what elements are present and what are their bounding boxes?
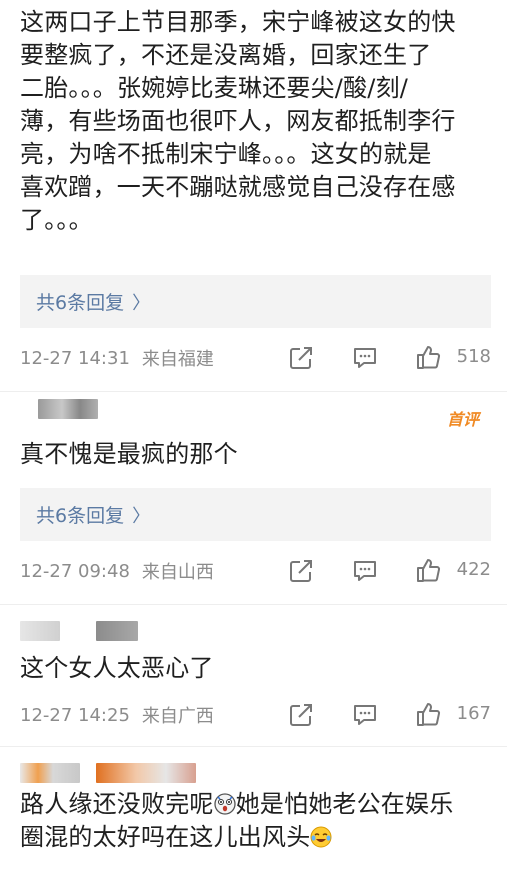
comment-bubble-icon[interactable] [351,701,379,729]
comment-feed: 这两口子上节目那季，宋宁峰被这女的快 要整疯了，不还是没离婚，回家还生了 二胎。… [0,0,507,878]
comment-time: 12-27 09:48 [20,560,130,582]
comment-bubble-icon[interactable] [351,344,379,372]
comment-line: 圈混的太好吗在这儿出风头 [20,823,311,851]
comment-location: 来自福建 [141,349,214,370]
comment-meta: 12-27 09:48 来自山西 422 [20,556,491,586]
comment-line: 二胎。。。张婉婷比麦琳还要尖/酸/刻/ [20,74,409,102]
avatar-blur [20,763,80,783]
like-count: 167 [456,703,491,724]
comment-bubble-icon[interactable] [351,557,379,585]
comment-text: 这个女人太恶心了 [20,652,498,685]
comment-line: 这两口子上节目那季，宋宁峰被这女的快 [20,8,456,36]
like-count: 518 [456,346,491,367]
comment-text: 路人缘还没败完呢 她是怕她老公在娱乐 圈混的太好吗在这儿出风头 [20,788,498,854]
comment-line: 她是怕她老公在娱乐 [235,790,454,818]
share-edit-icon[interactable] [287,701,315,729]
divider [0,391,507,392]
first-comment-badge: 首评 [446,410,479,429]
view-replies-button[interactable]: 共6条回复 〉 [20,275,491,328]
comment-location: 来自广西 [141,706,214,727]
username-blur [96,621,138,641]
comment-text: 真不愧是最疯的那个 [20,438,498,471]
like-count: 422 [456,559,491,580]
comment-line: 要整疯了，不还是没离婚，回家还生了 [20,41,432,69]
comment-line: 喜欢蹭，一天不蹦哒就感觉自己没存在感 [20,173,456,201]
comment-meta: 12-27 14:25 来自广西 167 [20,700,491,730]
comment-text: 这两口子上节目那季，宋宁峰被这女的快 要整疯了，不还是没离婚，回家还生了 二胎。… [20,6,498,237]
divider [0,604,507,605]
avatar-blur [20,621,60,641]
comment-line: 路人缘还没败完呢 [20,790,214,818]
comment-time: 12-27 14:31 [20,347,130,369]
comment-line: 真不愧是最疯的那个 [20,440,238,468]
comment-location: 来自山西 [141,562,214,583]
comment-line: 了。。。 [20,206,93,234]
avatar-blur [38,399,98,419]
thumbs-up-icon[interactable] [415,343,443,371]
shocked-face-emoji [213,791,236,815]
username-blur [96,763,196,783]
replies-count: 共6条回复 [36,505,125,527]
comment-line: 这个女人太恶心了 [20,654,214,682]
replies-count: 共6条回复 [36,292,125,314]
view-replies-button[interactable]: 共6条回复 〉 [20,488,491,541]
divider [0,746,507,747]
comment-time: 12-27 14:25 [20,704,130,726]
thumbs-up-icon[interactable] [415,556,443,584]
thumbs-up-icon[interactable] [415,700,443,728]
comment-line: 薄，有些场面也很吓人，网友都抵制李行 [20,107,456,135]
comment-line: 亮，为啥不抵制宋宁峰。。。这女的就是 [20,140,432,168]
share-edit-icon[interactable] [287,557,315,585]
chevron-right-icon: 〉 [132,505,151,527]
chevron-right-icon: 〉 [132,292,151,314]
laughing-tears-emoji [310,824,332,848]
comment-meta: 12-27 14:31 来自福建 518 [20,343,491,373]
share-edit-icon[interactable] [287,344,315,372]
